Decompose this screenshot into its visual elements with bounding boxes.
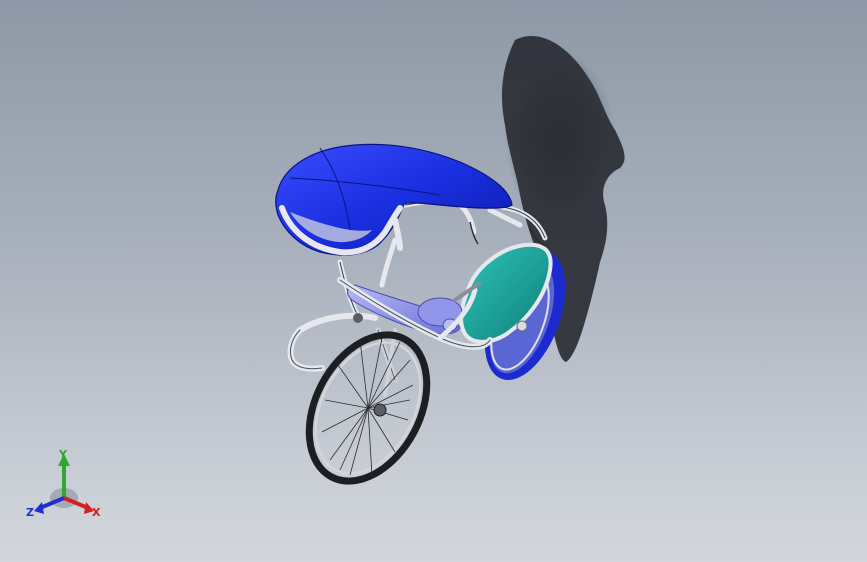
graphics-viewport[interactable]: Y X Z	[0, 0, 867, 562]
coordinate-triad: Y X Z	[26, 448, 101, 519]
x-axis-label: X	[92, 506, 101, 519]
z-axis-label: Z	[26, 506, 34, 519]
front-wheel[interactable]	[285, 315, 450, 502]
z-arrow-icon	[34, 502, 44, 514]
seat[interactable]	[347, 284, 463, 335]
model-scene[interactable]	[0, 0, 867, 562]
y-axis-label: Y	[58, 448, 68, 461]
